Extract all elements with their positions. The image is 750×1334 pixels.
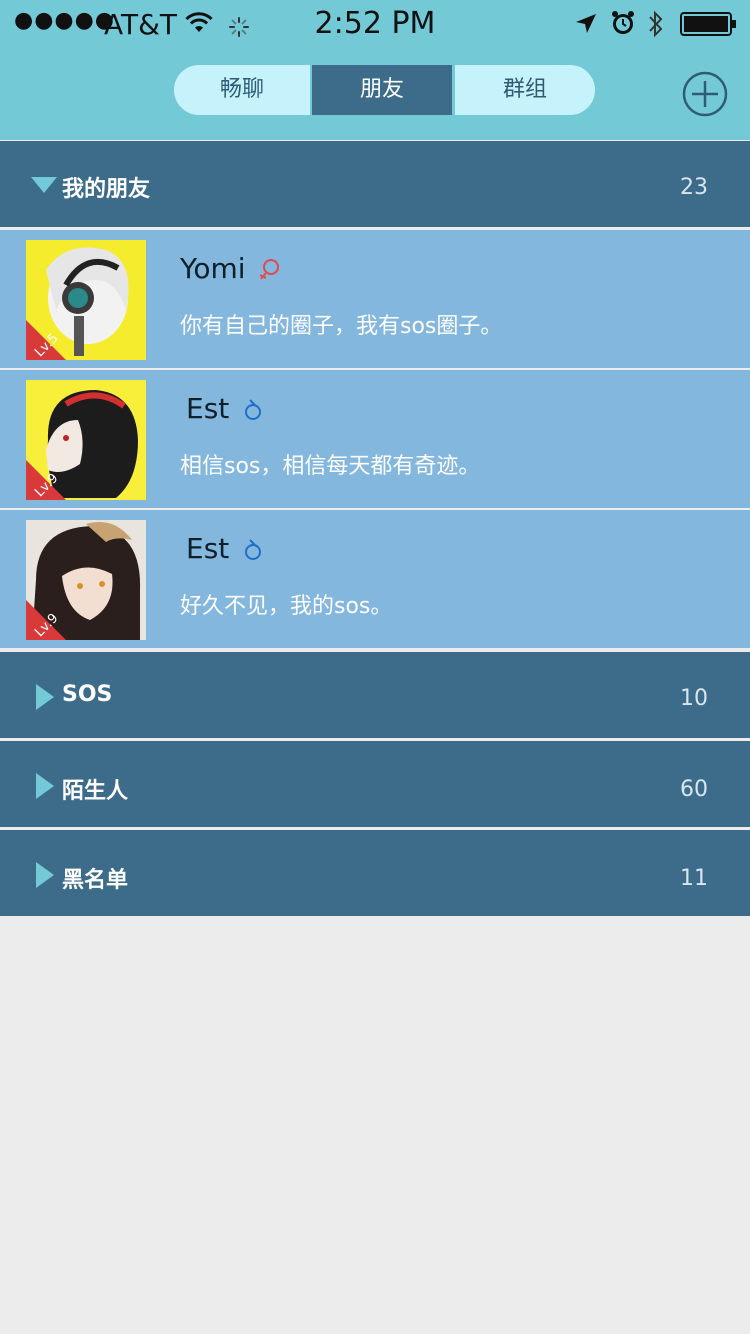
collapsed-triangle-icon xyxy=(36,684,54,710)
location-arrow-icon xyxy=(576,14,596,33)
friend-name: Yomi xyxy=(180,252,282,285)
friend-name: Est xyxy=(186,532,266,565)
friend-signature: 相信sos，相信每天都有奇迹。 xyxy=(180,454,481,479)
female-icon xyxy=(260,259,280,280)
status-time: 2:52 PM xyxy=(314,6,436,41)
header: ●●●●● AT&T 2:52 PM 畅聊 朋友 群组 xyxy=(0,0,750,140)
male-icon xyxy=(245,399,262,420)
add-icon[interactable] xyxy=(682,71,728,117)
friend-signature: 你有自己的圈子，我有sos圈子。 xyxy=(180,314,503,339)
tab-groups[interactable]: 群组 xyxy=(455,65,595,115)
group-header-my-friends[interactable]: 我的朋友 23 xyxy=(0,141,750,227)
group-header-strangers[interactable]: 陌生人 60 xyxy=(0,741,750,827)
status-bar: ●●●●● AT&T 2:52 PM xyxy=(0,0,750,50)
group-count: 10 xyxy=(680,686,708,711)
alarm-clock-icon xyxy=(612,11,634,34)
collapsed-triangle-icon xyxy=(36,773,54,799)
group-name: 黑名单 xyxy=(62,868,129,893)
avatar: Lv.5 xyxy=(26,240,146,360)
battery-icon xyxy=(680,12,736,36)
male-icon xyxy=(245,539,262,560)
group-count: 11 xyxy=(680,866,708,891)
avatar: Lv.9 xyxy=(26,520,146,640)
friend-name: Est xyxy=(186,392,266,425)
group-name: 我的朋友 xyxy=(62,177,151,202)
avatar: Lv.9 xyxy=(26,380,146,500)
friend-row[interactable]: Lv.9 Est 好久不见，我的sos。 xyxy=(0,510,750,648)
friend-row[interactable]: Lv.5 Yomi 你有自己的圈子，我有sos圈子。 xyxy=(0,230,750,368)
segmented-control: 畅聊 朋友 群组 xyxy=(174,65,595,115)
tab-chat[interactable]: 畅聊 xyxy=(174,65,310,115)
friend-signature: 好久不见，我的sos。 xyxy=(180,594,393,619)
group-header-sos[interactable]: SOS 10 xyxy=(0,652,750,738)
tab-friends[interactable]: 朋友 xyxy=(312,65,452,115)
group-count: 23 xyxy=(680,175,708,200)
bluetooth-icon xyxy=(649,10,663,38)
collapsed-triangle-icon xyxy=(36,862,54,888)
group-name: SOS xyxy=(62,682,113,707)
expanded-triangle-icon xyxy=(31,177,57,193)
group-header-blacklist[interactable]: 黑名单 11 xyxy=(0,830,750,916)
friend-row[interactable]: Lv.9 Est 相信sos，相信每天都有奇迹。 xyxy=(0,370,750,508)
group-name: 陌生人 xyxy=(62,779,129,804)
group-count: 60 xyxy=(680,777,708,802)
